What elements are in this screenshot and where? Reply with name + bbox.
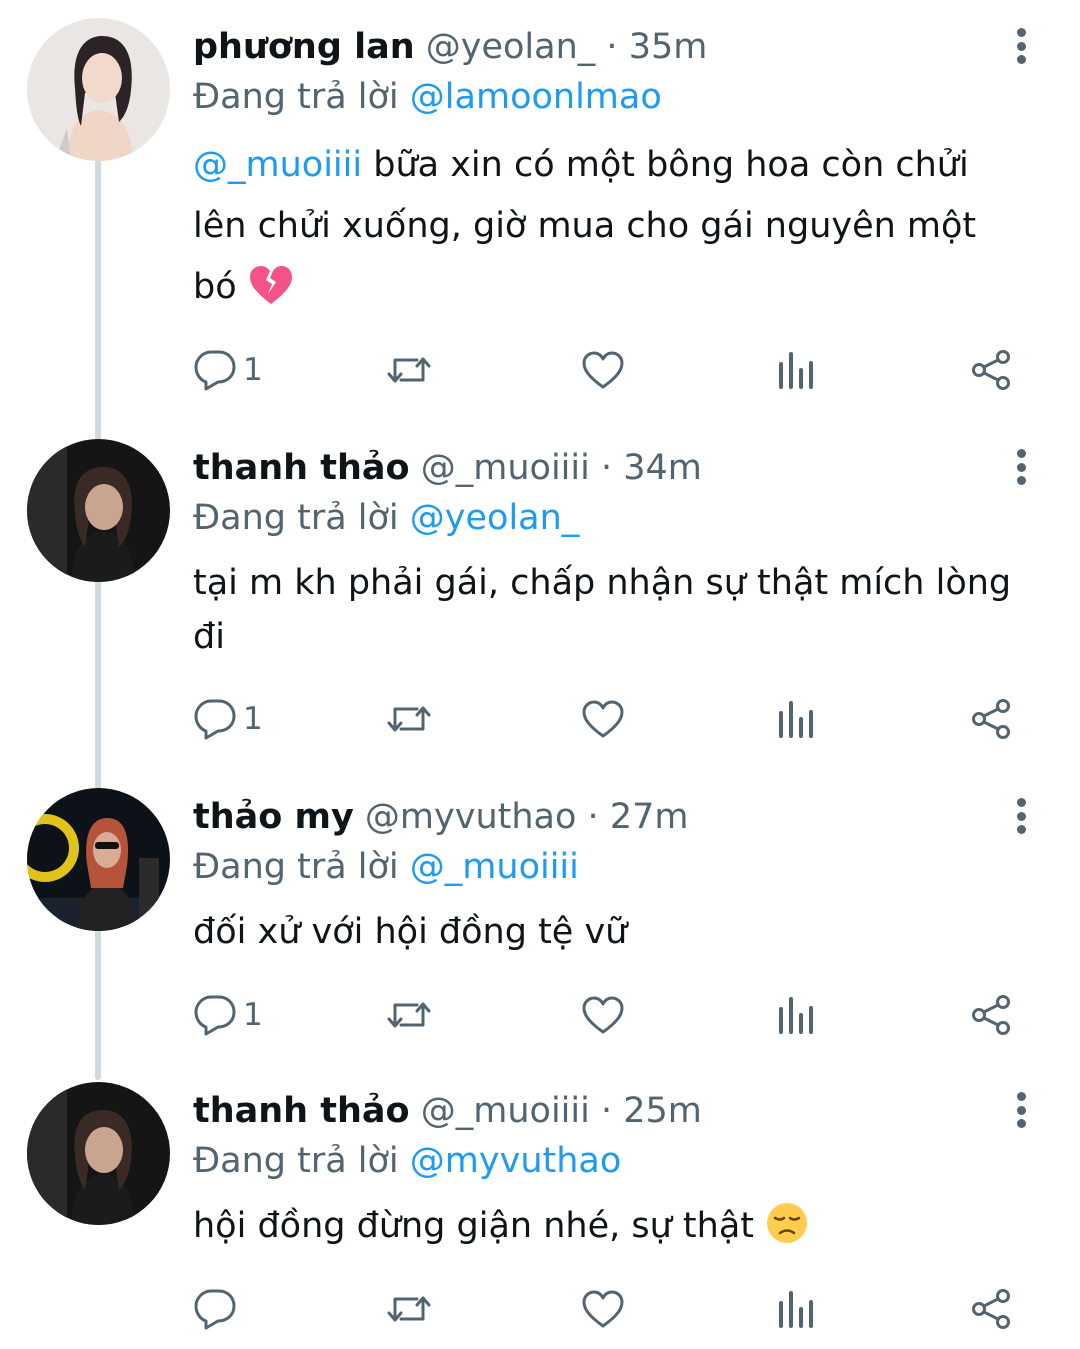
replying-to-label: Đang trả lời (193, 77, 399, 117)
avatar[interactable] (27, 1082, 170, 1225)
retweet-icon (385, 995, 433, 1035)
timestamp[interactable]: 25m (623, 1091, 702, 1131)
retweet-icon (385, 350, 433, 390)
analytics-button[interactable] (778, 1284, 814, 1334)
reply-icon (193, 994, 237, 1036)
separator-dot: · (600, 448, 613, 488)
avatar[interactable] (27, 18, 170, 161)
reply-button[interactable]: 1 (193, 345, 263, 395)
tweet-text: @_muoiiii bữa xin có một bông hoa còn ch… (193, 135, 1023, 326)
tweet-text: tại m kh phải gái, chấp nhận sự thật míc… (193, 556, 1023, 664)
timestamp[interactable]: 34m (623, 448, 702, 488)
like-icon (581, 699, 625, 739)
like-button[interactable] (581, 1284, 625, 1334)
share-icon (970, 1288, 1012, 1330)
separator-dot: · (600, 1091, 613, 1131)
analytics-icon (778, 995, 814, 1035)
reply-icon (193, 698, 237, 740)
share-icon (970, 698, 1012, 740)
text-line: đi (193, 617, 225, 657)
retweet-button[interactable] (385, 345, 433, 395)
reply-button[interactable]: 1 (193, 990, 263, 1040)
like-icon (581, 1289, 625, 1329)
reply-button[interactable]: 1 (193, 694, 263, 744)
analytics-icon (778, 1289, 814, 1329)
reply-to-mention[interactable]: @lamoonlmao (410, 77, 662, 117)
tweet[interactable]: thảo my @myvuthao · 27m Đang trả lời @_m… (0, 770, 1080, 1064)
analytics-button[interactable] (778, 990, 814, 1040)
display-name[interactable]: thảo my (193, 797, 354, 837)
tweet-text: đối xử với hội đồng tệ vữ (193, 905, 1023, 959)
user-handle[interactable]: @yeolan_ (426, 27, 596, 67)
retweet-button[interactable] (385, 694, 433, 744)
user-handle[interactable]: @_muoiiii (421, 1091, 590, 1131)
reply-button[interactable] (193, 1284, 243, 1334)
text-line: tại m kh phải gái, chấp nhận sự thật míc… (193, 563, 1012, 603)
like-button[interactable] (581, 694, 625, 744)
like-button[interactable] (581, 990, 625, 1040)
share-button[interactable] (970, 1284, 1012, 1334)
user-handle[interactable]: @myvuthao (365, 797, 576, 837)
text-line: lên chửi xuống, giờ mua cho gái nguyên m… (193, 206, 977, 246)
reply-count: 1 (243, 701, 263, 737)
like-button[interactable] (581, 345, 625, 395)
reply-count: 1 (243, 352, 263, 388)
share-button[interactable] (970, 345, 1012, 395)
reply-thread: phương lan @yeolan_ · 35m Đang trả lời @… (0, 0, 1080, 1349)
avatar[interactable] (27, 788, 170, 931)
retweet-icon (385, 1289, 433, 1329)
reply-count: 1 (243, 997, 263, 1033)
text-line: hội đồng đừng giận nhé, sự thật (193, 1206, 754, 1246)
retweet-icon (385, 699, 433, 739)
text-line: bữa xin có một bông hoa còn chửi (373, 145, 969, 185)
timestamp[interactable]: 35m (629, 27, 708, 67)
reply-to-mention[interactable]: @_muoiiii (410, 847, 579, 887)
tweet[interactable]: thanh thảo @_muoiiii · 25m Đang trả lời … (0, 1064, 1080, 1349)
share-button[interactable] (970, 990, 1012, 1040)
display-name[interactable]: thanh thảo (193, 1091, 410, 1131)
text-line: đối xử với hội đồng tệ vữ (193, 912, 628, 952)
retweet-button[interactable] (385, 1284, 433, 1334)
replying-to-label: Đang trả lời (193, 1141, 399, 1181)
reply-icon (193, 1288, 237, 1330)
share-icon (970, 994, 1012, 1036)
separator-dot: · (606, 27, 618, 67)
disappointed-face-icon (765, 1201, 809, 1261)
tweet[interactable]: thanh thảo @_muoiiii · 34m Đang trả lời … (0, 421, 1080, 769)
reply-to-mention[interactable]: @myvuthao (410, 1141, 621, 1181)
mention-link[interactable]: @_muoiiii (193, 145, 362, 185)
analytics-icon (778, 699, 814, 739)
share-button[interactable] (970, 694, 1012, 744)
avatar[interactable] (27, 439, 170, 582)
replying-to-label: Đang trả lời (193, 498, 399, 538)
share-icon (970, 349, 1012, 391)
timestamp[interactable]: 27m (610, 797, 689, 837)
separator-dot: · (587, 797, 599, 837)
like-icon (581, 995, 625, 1035)
analytics-button[interactable] (778, 694, 814, 744)
retweet-button[interactable] (385, 990, 433, 1040)
display-name[interactable]: thanh thảo (193, 448, 410, 488)
replying-to-label: Đang trả lời (193, 847, 399, 887)
tweet[interactable]: phương lan @yeolan_ · 35m Đang trả lời @… (0, 0, 1080, 420)
reply-to-mention[interactable]: @yeolan_ (410, 498, 580, 538)
broken-heart-icon (248, 264, 294, 326)
analytics-button[interactable] (778, 345, 814, 395)
like-icon (581, 350, 625, 390)
user-handle[interactable]: @_muoiiii (421, 448, 590, 488)
tweet-text: hội đồng đừng giận nhé, sự thật (193, 1199, 1023, 1261)
text-line: bó (193, 267, 237, 307)
reply-icon (193, 349, 237, 391)
display-name[interactable]: phương lan (193, 27, 415, 67)
analytics-icon (778, 350, 814, 390)
